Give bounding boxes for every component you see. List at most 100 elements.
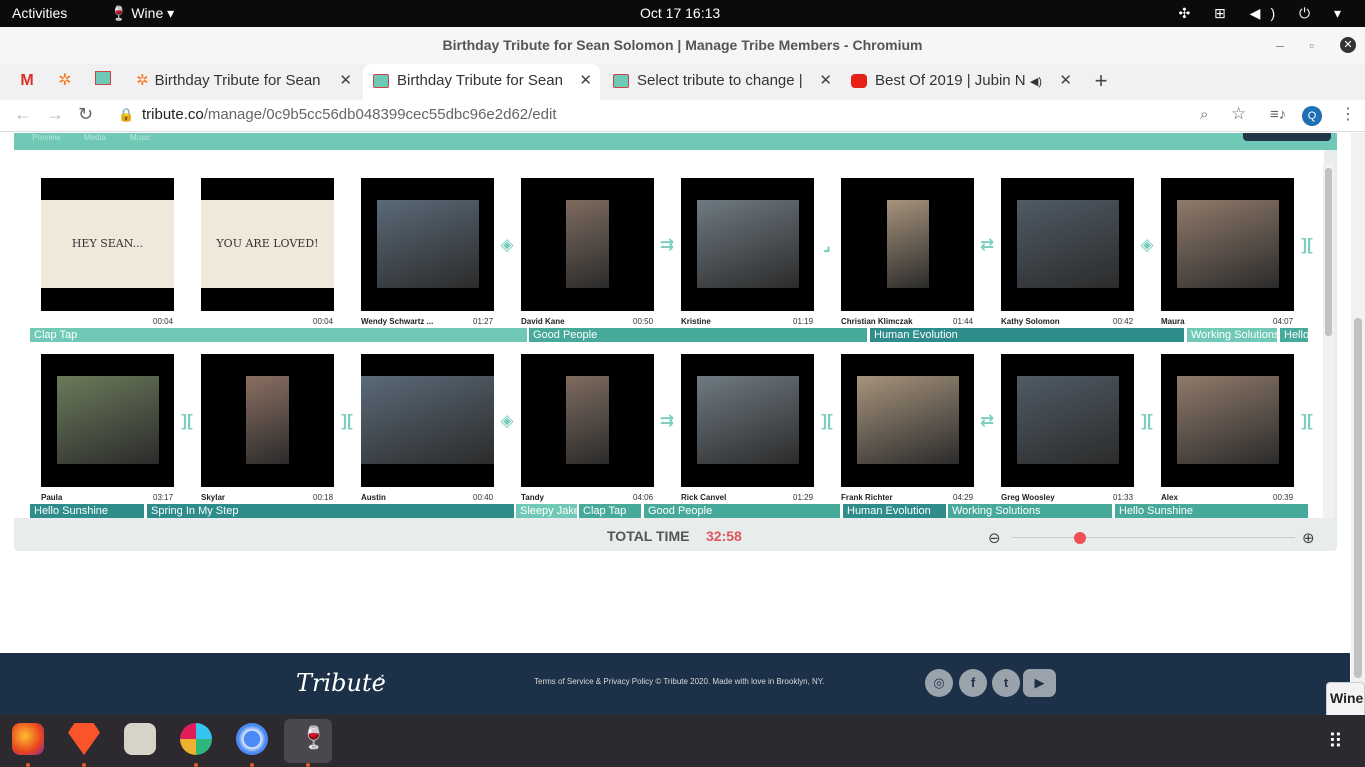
video-clip[interactable] (681, 178, 814, 311)
music-track[interactable]: Spring In My Step (147, 504, 514, 518)
video-clip[interactable] (1161, 178, 1294, 311)
music-track[interactable]: Good People (529, 328, 867, 342)
app-menu[interactable]: 🍷 Wine ▾ (110, 5, 174, 22)
music-track[interactable]: Human Evolution (843, 504, 946, 518)
youtube-icon[interactable]: ▶ (1023, 669, 1056, 697)
transition-icon[interactable]: ⌟ (817, 235, 837, 255)
music-track[interactable]: Sleepy Jake (516, 504, 577, 518)
video-clip[interactable] (201, 354, 334, 487)
transition-icon[interactable]: ][ (337, 411, 357, 431)
header-action-button[interactable] (1243, 133, 1331, 141)
tab-1[interactable]: ✲ Birthday Tribute for Sean ✕ (128, 64, 360, 100)
timeline-scrollbar[interactable] (1323, 163, 1334, 518)
profile-avatar[interactable]: Q (1302, 106, 1322, 126)
music-track[interactable]: Working Solutions (948, 504, 1112, 518)
clip-name: Maura (1161, 317, 1185, 326)
tab-preview[interactable]: Preview (32, 133, 60, 142)
zoom-slider-handle[interactable] (1074, 532, 1086, 544)
back-icon[interactable]: ← (14, 104, 32, 125)
video-clip[interactable] (521, 354, 654, 487)
lock-icon[interactable]: 🔒 (118, 107, 134, 123)
tab-media[interactable]: Media (84, 133, 106, 142)
music-track[interactable]: Clap Tap (30, 328, 527, 342)
tribute-logo[interactable]: Tribute (296, 669, 386, 697)
music-track[interactable]: Clap Tap (579, 504, 641, 518)
transition-icon[interactable]: ◈ (1137, 235, 1157, 255)
clip-name: David Kane (521, 317, 565, 326)
hubspot-pinned-tab[interactable]: ✲ (48, 64, 82, 100)
app-grid-icon[interactable]: ⠿ (1328, 729, 1343, 754)
files-icon[interactable] (124, 723, 156, 755)
zoom-in-icon[interactable]: ⊕ (1302, 529, 1315, 547)
clip-duration: 01:27 (473, 317, 494, 326)
music-track[interactable]: Human Evolution (870, 328, 1184, 342)
chromium-icon[interactable] (236, 723, 268, 755)
reload-icon[interactable]: ↻ (78, 104, 93, 125)
close-tab-icon[interactable]: ✕ (579, 64, 592, 98)
transition-icon[interactable]: ][ (1297, 235, 1317, 255)
transition-icon[interactable]: ◈ (497, 411, 517, 431)
transition-icon[interactable]: ⇉ (657, 235, 677, 255)
facebook-icon[interactable]: f (959, 669, 987, 697)
transition-icon[interactable]: ◈ (497, 235, 517, 255)
video-clip[interactable] (361, 354, 494, 487)
video-clip[interactable] (681, 354, 814, 487)
instagram-icon[interactable]: ◎ (925, 669, 953, 697)
tab-3[interactable]: Select tribute to change | ✕ (603, 64, 840, 100)
music-track[interactable]: Hello Sunshine (1115, 504, 1308, 518)
video-clip[interactable]: HEY SEAN... (41, 178, 174, 311)
tribute-pinned-tab[interactable] (86, 64, 120, 100)
forward-icon[interactable]: → (46, 104, 64, 125)
timeline-scroll-thumb[interactable] (1325, 168, 1332, 336)
firefox-icon[interactable] (12, 723, 44, 755)
bookmark-star-icon[interactable]: ☆ (1231, 104, 1246, 124)
page-scrollbar[interactable] (1351, 133, 1365, 715)
twitter-icon[interactable]: t (992, 669, 1020, 697)
legal-text[interactable]: Terms of Service & Privacy Policy © Trib… (534, 677, 824, 686)
activities-button[interactable]: Activities (12, 5, 67, 21)
tab-4[interactable]: Best Of 2019 | Jubin N ◀) ✕ (843, 64, 1080, 100)
transition-icon[interactable]: ⇄ (977, 235, 997, 255)
video-clip[interactable] (361, 178, 494, 311)
media-control-icon[interactable]: ≡♪ (1270, 106, 1286, 123)
transition-icon[interactable]: ][ (177, 411, 197, 431)
video-clip[interactable] (841, 354, 974, 487)
transition-icon[interactable]: ][ (1297, 411, 1317, 431)
maximize-icon[interactable]: ▫ (1309, 27, 1314, 64)
close-window-icon[interactable]: ✕ (1340, 37, 1356, 53)
video-clip[interactable] (521, 178, 654, 311)
music-track[interactable]: Working Solutions (1187, 328, 1277, 342)
music-track[interactable]: Hello Sunshine (30, 504, 144, 518)
close-tab-icon[interactable]: ✕ (339, 64, 352, 98)
video-clip[interactable] (841, 178, 974, 311)
slack-icon[interactable] (180, 723, 212, 755)
video-clip[interactable] (1001, 178, 1134, 311)
video-clip[interactable] (1161, 354, 1294, 487)
page-scroll-thumb[interactable] (1354, 318, 1362, 678)
clock[interactable]: Oct 17 16:13 (640, 5, 720, 21)
system-tray[interactable]: ✣ ⊞ ◀) ⏻ ▾ (1178, 5, 1351, 22)
transition-icon[interactable]: ⇄ (977, 411, 997, 431)
video-clip[interactable] (1001, 354, 1134, 487)
video-clip[interactable]: YOU ARE LOVED! (201, 178, 334, 311)
tab-2[interactable]: Birthday Tribute for Sean ✕ (363, 64, 600, 100)
tab-music[interactable]: Music (130, 133, 151, 142)
new-tab-button[interactable]: + (1084, 64, 1118, 100)
zoom-icon[interactable]: ⌕ (1200, 106, 1208, 123)
minimize-icon[interactable]: – (1276, 27, 1284, 64)
music-track[interactable]: Good People (644, 504, 840, 518)
address-bar[interactable]: tribute.co/manage/0c9b5cc56db048399cec55… (142, 106, 557, 123)
transition-icon[interactable]: ][ (1137, 411, 1157, 431)
wine-dock-item[interactable]: 🍷 (284, 719, 332, 763)
gmail-pinned-tab[interactable]: M (10, 64, 44, 100)
close-tab-icon[interactable]: ✕ (819, 64, 832, 98)
close-tab-icon[interactable]: ✕ (1059, 64, 1072, 98)
video-clip[interactable] (41, 354, 174, 487)
zoom-slider-track[interactable] (1012, 537, 1295, 538)
brave-icon[interactable] (68, 723, 100, 755)
menu-icon[interactable]: ⋮ (1340, 104, 1356, 124)
transition-icon[interactable]: ⇉ (657, 411, 677, 431)
zoom-out-icon[interactable]: ⊖ (988, 529, 1001, 547)
music-track[interactable]: Hello (1280, 328, 1308, 342)
transition-icon[interactable]: ][ (817, 411, 837, 431)
